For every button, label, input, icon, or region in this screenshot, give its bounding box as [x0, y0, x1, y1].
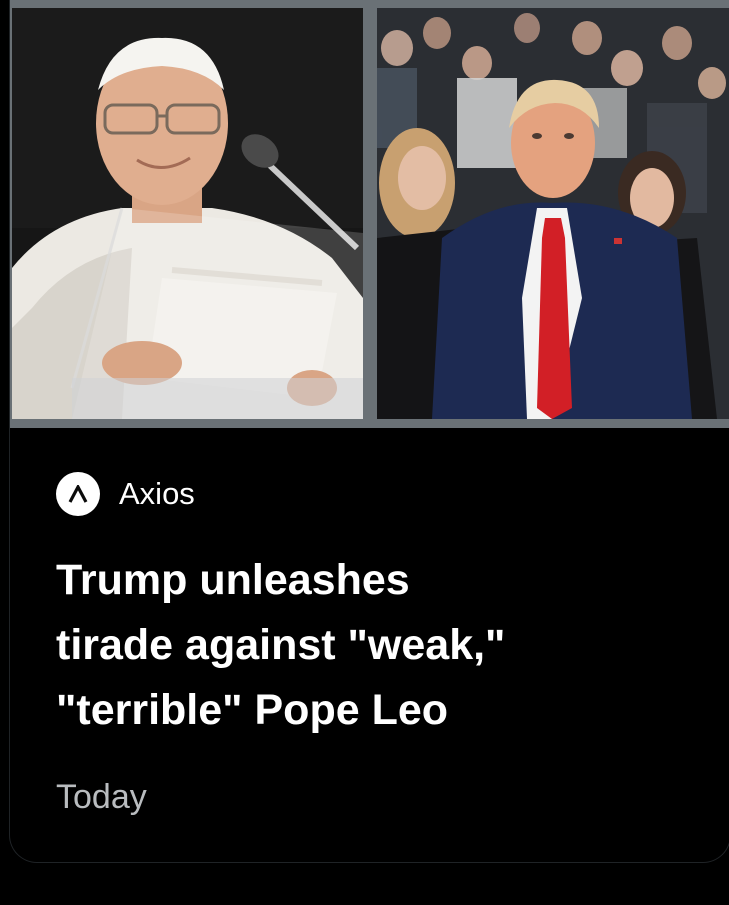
headline-line: "terrible" Pope Leo [56, 686, 449, 734]
news-card-images[interactable] [10, 0, 729, 428]
axios-logo-icon [56, 472, 100, 516]
news-card[interactable]: Axios Trump unleashes tirade against "we… [9, 0, 729, 863]
source-row[interactable]: Axios [56, 472, 195, 516]
trump-photo [377, 8, 729, 419]
headline[interactable]: Trump unleashes tirade against "weak," "… [56, 548, 676, 743]
headline-line: tirade against "weak," [56, 621, 506, 669]
pope-photo [12, 8, 363, 419]
source-name: Axios [119, 476, 195, 511]
timestamp: Today [56, 778, 147, 816]
headline-line: Trump unleashes [56, 556, 410, 604]
